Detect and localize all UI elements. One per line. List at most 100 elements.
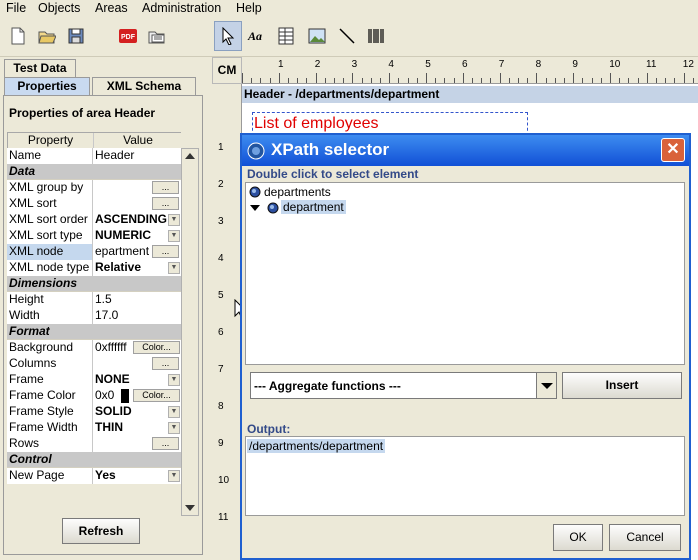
property-row[interactable]: XML sort order ASCENDING ▼ (7, 212, 181, 228)
image-tool-icon[interactable] (303, 21, 331, 51)
property-value[interactable]: 0x0 Color... (92, 388, 181, 404)
new-document-icon[interactable] (4, 21, 32, 51)
chevron-down-icon[interactable]: ▼ (168, 406, 180, 418)
property-row[interactable]: Frame Style SOLID ▼ (7, 404, 181, 420)
property-value[interactable]: 0xffffff Color... (92, 340, 181, 356)
menu-administration[interactable]: Administration (142, 1, 221, 15)
output-value: /departments/department (247, 439, 386, 453)
property-name: Control (9, 452, 52, 466)
property-value-text: Yes (95, 468, 116, 482)
property-row[interactable]: XML sort type NUMERIC ▼ (7, 228, 181, 244)
scroll-up-icon[interactable] (185, 153, 195, 159)
dialog-titlebar[interactable]: XPath selector ✕ (242, 135, 689, 166)
ok-button[interactable]: OK (553, 524, 603, 551)
property-value[interactable]: ... (92, 180, 181, 196)
property-row[interactable]: Frame Color 0x0 Color... (7, 388, 181, 404)
property-value[interactable]: Yes ▼ (92, 468, 181, 484)
chevron-down-icon[interactable]: ▼ (168, 214, 180, 226)
property-row[interactable]: Rows... (7, 436, 181, 452)
tab-properties[interactable]: Properties (4, 77, 90, 96)
property-value[interactable]: SOLID ▼ (92, 404, 181, 420)
ruler-tick-label: 7 (498, 59, 505, 70)
property-value[interactable]: Relative ▼ (92, 260, 181, 276)
menu-file[interactable]: File (6, 1, 26, 15)
property-name: Name (7, 148, 92, 164)
pdf-icon[interactable]: PDF (114, 21, 142, 51)
chevron-down-icon[interactable]: ▼ (168, 374, 180, 386)
property-row[interactable]: XML sort... (7, 196, 181, 212)
pointer-icon[interactable] (214, 21, 242, 51)
menu-help[interactable]: Help (236, 1, 262, 15)
aggregate-functions-select[interactable]: --- Aggregate functions --- (250, 372, 557, 399)
property-row[interactable]: XML node type Relative ▼ (7, 260, 181, 276)
xpath-tree[interactable]: departments department (245, 182, 685, 365)
property-row[interactable]: XML node epartment... (7, 244, 181, 260)
property-value[interactable]: ... (92, 436, 181, 452)
property-value[interactable]: ASCENDING ▼ (92, 212, 181, 228)
property-value[interactable]: THIN ▼ (92, 420, 181, 436)
property-value[interactable]: epartment... (92, 244, 181, 260)
property-row[interactable]: Width 17.0 (7, 308, 181, 324)
property-value[interactable]: NUMERIC ▼ (92, 228, 181, 244)
property-row[interactable]: Name Header (7, 148, 181, 164)
dialog-title: XPath selector (271, 140, 390, 159)
insert-button[interactable]: Insert (562, 372, 682, 399)
property-value[interactable]: 1.5 (92, 292, 181, 308)
menu-objects[interactable]: Objects (38, 1, 80, 15)
property-row[interactable]: Background 0xffffff Color... (7, 340, 181, 356)
property-row[interactable]: Height 1.5 (7, 292, 181, 308)
title-text: List of employees (254, 115, 379, 132)
property-name: Frame (7, 372, 92, 388)
open-folder-icon[interactable] (33, 21, 61, 51)
tab-xml-schema[interactable]: XML Schema (92, 77, 196, 96)
band-header[interactable]: Header - /departments/department (242, 86, 698, 103)
property-name: XML node (7, 244, 92, 260)
toolbar: PDF Aa (0, 17, 698, 57)
property-value[interactable]: 17.0 (92, 308, 181, 324)
ellipsis-button[interactable]: ... (152, 197, 179, 210)
text-tool-icon[interactable]: Aa (243, 21, 271, 51)
property-row[interactable]: New Page Yes ▼ (7, 468, 181, 484)
open-report-icon[interactable] (143, 21, 171, 51)
property-grid-scrollbar[interactable] (181, 148, 199, 516)
cancel-button[interactable]: Cancel (609, 524, 681, 551)
property-row[interactable]: Frame Width THIN ▼ (7, 420, 181, 436)
output-field[interactable]: /departments/department (245, 436, 685, 516)
vertical-ruler: 1 2 3 4 5 6 7 8 9 10 11 (212, 84, 242, 560)
aggregate-functions-value: --- Aggregate functions --- (254, 379, 401, 393)
ellipsis-button[interactable]: ... (152, 245, 179, 258)
chevron-down-icon[interactable]: ▼ (168, 422, 180, 434)
chevron-down-icon[interactable]: ▼ (168, 470, 180, 482)
expand-toggle-icon[interactable] (250, 205, 260, 211)
chevron-down-icon[interactable]: ▼ (168, 262, 180, 274)
color-picker-button[interactable]: Color... (133, 341, 180, 354)
ellipsis-button[interactable]: ... (152, 181, 179, 194)
property-value[interactable]: ... (92, 356, 181, 372)
save-disk-icon[interactable] (62, 21, 90, 51)
property-row[interactable]: XML group by... (7, 180, 181, 196)
table-tool-icon[interactable] (272, 21, 300, 51)
property-value[interactable]: NONE ▼ (92, 372, 181, 388)
menu-areas[interactable]: Areas (95, 1, 128, 15)
property-value[interactable]: ... (92, 196, 181, 212)
ellipsis-button[interactable]: ... (152, 357, 179, 370)
tab-test-data[interactable]: Test Data (4, 59, 76, 78)
property-row[interactable]: Frame NONE ▼ (7, 372, 181, 388)
color-picker-button[interactable]: Color... (133, 389, 180, 402)
property-value[interactable]: Header (92, 148, 181, 164)
property-grid: Property Value Name Header Data XML group b… (7, 132, 182, 484)
barcode-tool-icon[interactable] (362, 21, 390, 51)
line-tool-icon[interactable] (333, 21, 361, 51)
property-grid-header: Property Value (7, 132, 182, 149)
chevron-down-icon[interactable]: ▼ (168, 230, 180, 242)
close-icon[interactable]: ✕ (661, 138, 685, 162)
property-row[interactable]: Columns... (7, 356, 181, 372)
chevron-down-icon[interactable] (536, 373, 556, 398)
ruler-tick-label: 9 (218, 438, 224, 449)
svg-text:Aa: Aa (247, 29, 262, 43)
tree-label-department: department (281, 200, 346, 214)
ellipsis-button[interactable]: ... (152, 437, 179, 450)
tree-node-department[interactable]: department (249, 200, 369, 216)
refresh-button[interactable]: Refresh (62, 518, 140, 544)
scroll-down-icon[interactable] (185, 505, 195, 511)
